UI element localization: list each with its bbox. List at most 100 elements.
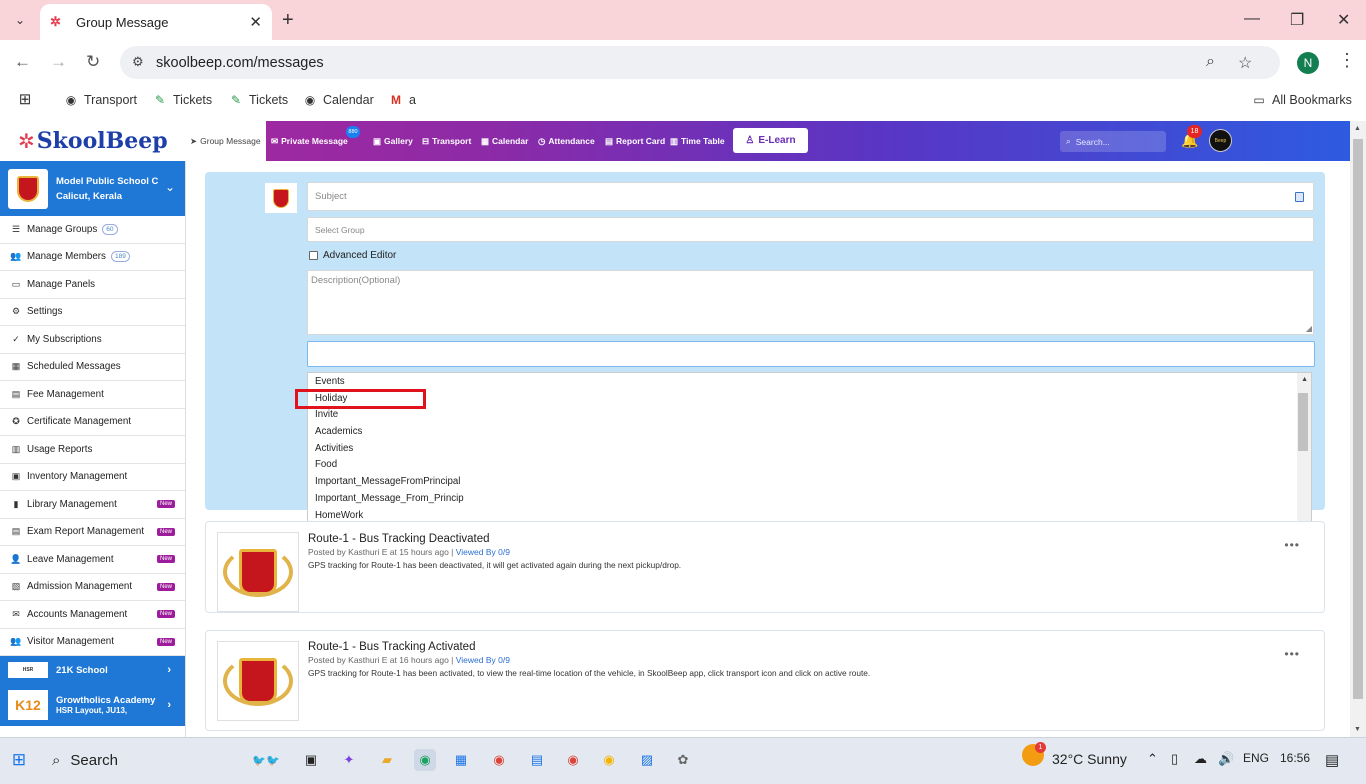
sidebar-item-visitor-management[interactable]: 👥 Visitor Management New xyxy=(0,629,185,656)
sidebar-item-leave-management[interactable]: 👤 Leave Management New xyxy=(0,546,185,574)
nav-gallery[interactable]: ▣ Gallery xyxy=(373,121,413,161)
cloud-icon[interactable]: ☁ xyxy=(1194,751,1207,767)
chrome-profile-icon[interactable]: ◉ xyxy=(562,749,584,771)
taskbar-search[interactable]: ⌕ Search xyxy=(46,744,224,776)
store-icon[interactable]: ▦ xyxy=(450,749,472,771)
all-bookmarks[interactable]: ▭ All Bookmarks xyxy=(1252,93,1352,107)
sidebar-item-accounts-management[interactable]: ✉ Accounts Management New xyxy=(0,601,185,629)
volume-icon[interactable]: 🔊 xyxy=(1218,751,1234,767)
advanced-editor-toggle[interactable]: Advanced Editor xyxy=(309,250,396,261)
dropdown-option[interactable]: Activities xyxy=(308,440,1311,457)
viewed-by-link[interactable]: Viewed By 0/9 xyxy=(456,547,510,557)
dropdown-scrollbar[interactable]: ▲ ▼ xyxy=(1297,373,1311,535)
sidebar-item-scheduled-messages[interactable]: ▦ Scheduled Messages xyxy=(0,354,185,381)
chevron-right-icon[interactable]: › xyxy=(167,699,171,711)
zoom-icon[interactable]: ⌕ xyxy=(1206,53,1215,71)
post-title[interactable]: Route-1 - Bus Tracking Deactivated xyxy=(308,533,490,545)
page-scrollbar[interactable]: ▲ ▼ xyxy=(1350,121,1366,737)
chevron-right-icon[interactable]: › xyxy=(167,664,171,676)
language-indicator[interactable]: ENG xyxy=(1243,751,1269,765)
sidebar-item-my-subscriptions[interactable]: ✓ My Subscriptions xyxy=(0,326,185,354)
save-draft-icon[interactable] xyxy=(1295,192,1304,202)
new-tab-icon[interactable]: + xyxy=(282,9,294,32)
subject-input[interactable]: Subject xyxy=(307,182,1314,211)
file-explorer-icon[interactable]: ▰ xyxy=(376,749,398,771)
notification-center-icon[interactable]: ▤ xyxy=(1325,751,1339,769)
post-more-icon[interactable]: ••• xyxy=(1284,538,1300,552)
sidebar-item-manage-members[interactable]: 👥 Manage Members 189 xyxy=(0,244,185,271)
sidebar-item-admission-management[interactable]: ▧ Admission Management New xyxy=(0,574,185,601)
elearn-button[interactable]: ♙ E-Learn xyxy=(733,128,808,153)
app-icon[interactable]: ✿ xyxy=(672,749,694,771)
bookmark-tickets-2[interactable]: ✎ Tickets xyxy=(229,93,288,107)
chrome-icon[interactable]: ◉ xyxy=(488,749,510,771)
skoolbeep-logo[interactable]: ✲ SkoolBeep xyxy=(0,121,185,161)
copilot-icon[interactable]: ✦ xyxy=(338,749,360,771)
address-bar[interactable]: ⚙ skoolbeep.com/messages ⌕ ☆ xyxy=(120,46,1280,79)
dropdown-option[interactable]: Invite xyxy=(308,406,1311,423)
phone-link-icon[interactable]: ▯ xyxy=(1171,751,1178,767)
reload-icon[interactable]: ↻ xyxy=(86,52,100,72)
site-info-icon[interactable]: ⚙ xyxy=(132,54,144,70)
weather-text[interactable]: 32°C Sunny xyxy=(1052,751,1127,767)
scroll-up-icon[interactable]: ▲ xyxy=(1301,376,1308,383)
sidebar-item-library-management[interactable]: ▮ Library Management New xyxy=(0,491,185,519)
nav-private-message[interactable]: ✉ Private Message xyxy=(271,121,348,161)
app-search-input[interactable]: ⌕ Search... xyxy=(1060,131,1166,152)
bookmark-star-icon[interactable]: ☆ xyxy=(1238,53,1252,73)
user-avatar[interactable]: Beep xyxy=(1209,129,1232,152)
current-school-header[interactable]: Model Public School C Calicut, Kerala ⌄ xyxy=(0,161,185,216)
dropdown-option[interactable]: Food xyxy=(308,456,1311,473)
nav-time-table[interactable]: ▥ Time Table xyxy=(670,121,725,161)
minimize-icon[interactable]: — xyxy=(1244,10,1260,28)
chrome-active-icon[interactable]: ◉ xyxy=(414,749,436,771)
viewed-by-link[interactable]: Viewed By 0/9 xyxy=(456,655,510,665)
post-more-icon[interactable]: ••• xyxy=(1284,647,1300,661)
nav-report-card[interactable]: ▤ Report Card xyxy=(605,121,665,161)
profile-avatar[interactable]: N xyxy=(1297,52,1319,74)
select-group-input[interactable]: Select Group xyxy=(307,217,1314,242)
nav-transport[interactable]: ⊟ Transport xyxy=(422,121,471,161)
description-textarea[interactable]: Description(Optional) ◢ xyxy=(307,270,1314,335)
sidebar-item-usage-reports[interactable]: ▥ Usage Reports xyxy=(0,436,185,464)
post-title[interactable]: Route-1 - Bus Tracking Activated xyxy=(308,641,475,653)
dropdown-option[interactable]: Events xyxy=(308,373,1311,390)
other-school-growtholics[interactable]: K12 Growtholics Academy HSR Layout, JU13… xyxy=(0,684,185,726)
category-search-input[interactable] xyxy=(307,341,1315,367)
tab-close-icon[interactable]: ✕ xyxy=(249,13,262,31)
message-post[interactable]: Route-1 - Bus Tracking Activated Posted … xyxy=(205,630,1325,731)
sidebar-item-manage-groups[interactable]: ☰ Manage Groups 60 xyxy=(0,216,185,244)
chevron-down-icon[interactable]: ⌄ xyxy=(165,180,175,194)
bookmark-gmail[interactable]: Ma xyxy=(389,93,416,107)
tray-chevron-icon[interactable]: ⌃ xyxy=(1147,751,1158,767)
sidebar-item-inventory-management[interactable]: ▣ Inventory Management xyxy=(0,464,185,491)
window-close-icon[interactable]: ✕ xyxy=(1337,10,1350,30)
other-school-21k[interactable]: HSR 21K School › xyxy=(0,656,185,684)
dropdown-scroll-thumb[interactable] xyxy=(1298,393,1308,451)
forward-icon[interactable]: → xyxy=(50,52,67,72)
back-icon[interactable]: ← xyxy=(14,52,31,72)
sidebar-item-settings[interactable]: ⚙ Settings xyxy=(0,299,185,326)
bookmark-calendar[interactable]: ◉ Calendar xyxy=(303,93,374,107)
sidebar-item-manage-panels[interactable]: ▭ Manage Panels xyxy=(0,271,185,299)
notepad-icon[interactable]: ▤ xyxy=(526,749,548,771)
nav-group-message[interactable]: ➤ Group Message xyxy=(185,121,266,161)
chrome-canary-icon[interactable]: ◉ xyxy=(598,749,620,771)
task-view-icon[interactable]: ▣ xyxy=(300,749,322,771)
message-post[interactable]: Route-1 - Bus Tracking Deactivated Poste… xyxy=(205,521,1325,613)
bookmark-tickets[interactable]: ✎ Tickets xyxy=(153,93,212,107)
browser-menu-icon[interactable]: ⋮ xyxy=(1338,50,1356,71)
page-scroll-thumb[interactable] xyxy=(1353,139,1363,699)
tab-search-icon[interactable]: ⌄ xyxy=(8,8,32,32)
advanced-editor-checkbox[interactable] xyxy=(309,251,318,260)
bookmark-transport[interactable]: ◉ Transport xyxy=(64,93,137,107)
dropdown-option[interactable]: Holiday xyxy=(308,390,1311,407)
apps-grid-icon[interactable]: ⊞ xyxy=(18,92,32,107)
resize-handle-icon[interactable]: ◢ xyxy=(1306,324,1312,333)
nav-attendance[interactable]: ◷ Attendance xyxy=(538,121,595,161)
clock[interactable]: 16:56 xyxy=(1280,751,1310,765)
sidebar-item-exam-report-management[interactable]: ▤ Exam Report Management New xyxy=(0,519,185,546)
nav-calendar[interactable]: ▦ Calendar xyxy=(481,121,528,161)
scroll-up-icon[interactable]: ▲ xyxy=(1354,125,1361,132)
sidebar-item-certificate-management[interactable]: ✪ Certificate Management xyxy=(0,409,185,436)
